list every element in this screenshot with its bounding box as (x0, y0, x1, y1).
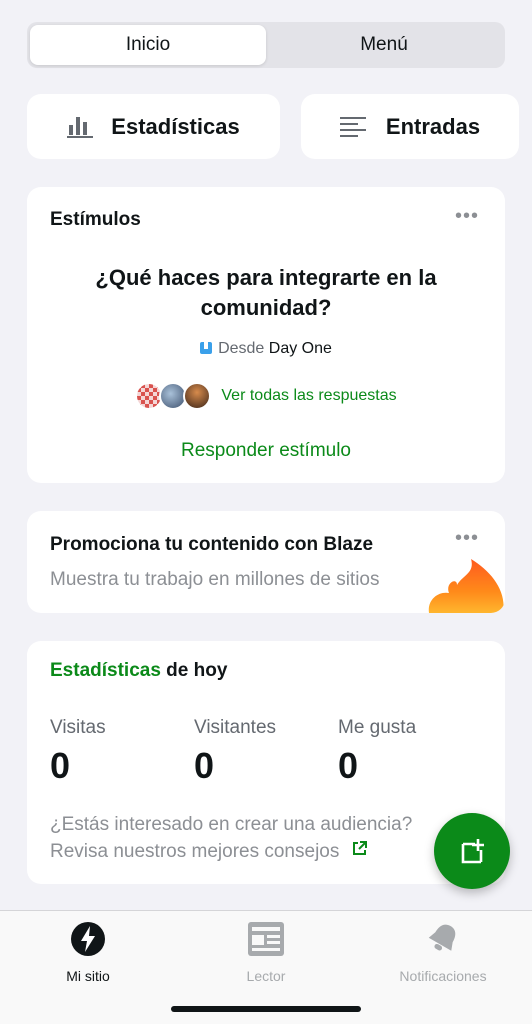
stat-likes: Me gusta 0 (338, 717, 416, 787)
prompt-card: Estímulos ••• ¿Qué haces para integrarte… (27, 187, 505, 483)
respond-prompt-button[interactable]: Responder estímulo (27, 440, 505, 462)
blaze-card[interactable]: Promociona tu contenido con Blaze ••• Mu… (27, 511, 505, 613)
audience-tip[interactable]: ¿Estás interesado en crear una audiencia… (50, 811, 412, 865)
avatar-stack (135, 382, 212, 410)
stat-value: 0 (50, 745, 71, 786)
stat-visitors: Visitantes 0 (194, 717, 276, 787)
tab-label: Lector (246, 968, 286, 984)
stats-quick-action[interactable]: Estadísticas (27, 94, 280, 159)
stats-card-title: Estadísticas de hoy (50, 660, 227, 682)
stat-label: Me gusta (338, 717, 417, 738)
posts-quick-label: Entradas (385, 113, 481, 139)
blaze-subtitle: Muestra tu trabajo en millones de sitios (50, 569, 380, 590)
posts-list-icon (339, 116, 366, 137)
tab-reader[interactable]: Lector (196, 919, 336, 984)
prompt-source: Desde Day One (27, 340, 505, 358)
stat-value: 0 (338, 745, 359, 786)
prompt-question: ¿Qué haces para integrarte en la comunid… (95, 265, 437, 320)
reader-icon (248, 922, 284, 956)
segment-menu[interactable]: Menú (266, 25, 502, 65)
posts-quick-action[interactable]: Entradas (301, 94, 519, 159)
tab-label: Notificaciones (399, 968, 487, 984)
ellipsis-icon[interactable]: ••• (455, 527, 479, 550)
bar-chart-icon (67, 116, 94, 138)
tip-line-2: Revisa nuestros mejores consejos (50, 838, 412, 865)
flame-icon (428, 559, 504, 613)
avatar (183, 382, 212, 410)
tab-label: Mi sitio (66, 968, 110, 984)
stats-title-link[interactable]: Estadísticas (50, 660, 161, 681)
prompt-card-title: Estímulos (50, 209, 141, 230)
stat-label: Visitas (50, 717, 106, 738)
tab-my-site[interactable]: Mi sitio (18, 919, 158, 984)
tab-notifications[interactable]: Notificaciones (373, 919, 513, 984)
home-indicator (171, 1006, 361, 1012)
my-site-icon (71, 922, 105, 956)
bell-icon (428, 924, 456, 951)
stat-views: Visitas 0 (50, 717, 106, 787)
stats-title-rest: de hoy (160, 660, 228, 681)
blaze-title: Promociona tu contenido con Blaze (50, 534, 374, 555)
source-prefix: Desde (218, 340, 265, 357)
add-new-icon (461, 839, 484, 864)
view-all-answers-link[interactable]: Ver todas las respuestas (221, 387, 396, 405)
answers-row[interactable]: Ver todas las respuestas (27, 382, 505, 410)
ellipsis-icon[interactable]: ••• (455, 205, 479, 228)
external-link-icon (345, 841, 367, 862)
source-name: Day One (268, 340, 332, 357)
stat-label: Visitantes (194, 717, 277, 738)
home-menu-segmented-control: Inicio Menú (27, 22, 505, 68)
tip-line-1: ¿Estás interesado en crear una audiencia… (50, 814, 413, 835)
stats-quick-label: Estadísticas (111, 113, 240, 139)
tip-link-text[interactable]: Revisa nuestros mejores consejos (50, 841, 339, 862)
create-post-fab[interactable] (434, 813, 510, 889)
day-one-icon (200, 342, 213, 354)
stat-value: 0 (194, 745, 215, 786)
segment-inicio[interactable]: Inicio (30, 25, 266, 65)
